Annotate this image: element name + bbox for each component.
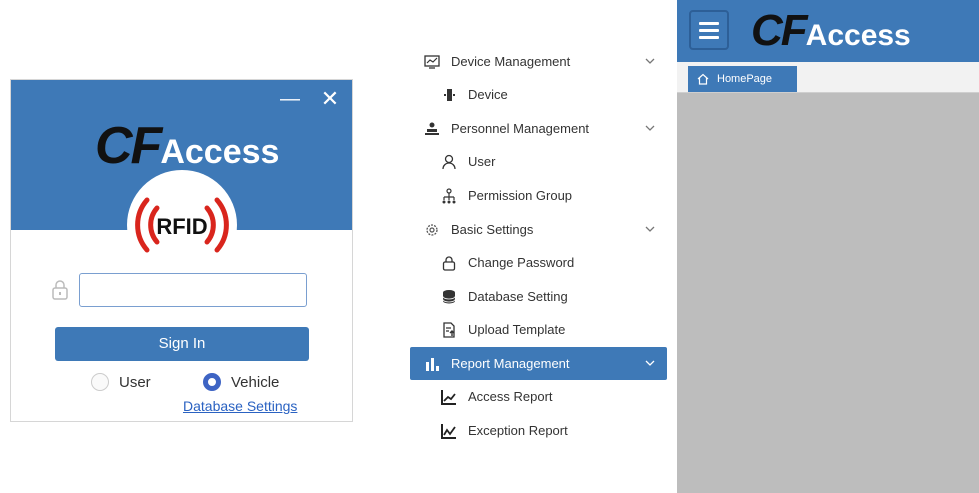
lock-icon [51, 280, 69, 305]
home-icon [697, 73, 709, 85]
menu-permission-group[interactable]: Permission Group [410, 179, 667, 212]
permission-group-icon [440, 187, 458, 205]
menu-exception-report[interactable]: Exception Report [410, 414, 667, 447]
chevron-down-icon [645, 58, 655, 64]
password-input[interactable] [79, 273, 307, 307]
sign-in-button[interactable]: Sign In [55, 327, 309, 361]
menu-database-setting[interactable]: Database Setting [410, 280, 667, 313]
radio-vehicle-circle[interactable] [203, 373, 221, 391]
radio-user[interactable]: User [91, 373, 151, 391]
cf-access-logo: CFAccess [95, 116, 279, 176]
menu-basic-settings-label: Basic Settings [451, 222, 534, 237]
personnel-icon [423, 120, 441, 138]
menu-upload-template-label: Upload Template [468, 322, 566, 337]
menu-personnel-management[interactable]: Personnel Management [410, 112, 667, 145]
hamburger-menu-button[interactable] [689, 10, 729, 50]
cf-access-logo: CFAccess [751, 6, 911, 56]
rfid-text: RFID [156, 214, 207, 239]
line-chart-icon [440, 388, 458, 406]
menu-upload-template[interactable]: Upload Template [410, 313, 667, 346]
menu-change-password-label: Change Password [468, 255, 575, 270]
menu-change-password[interactable]: Change Password [410, 246, 667, 279]
gear-icon [423, 221, 441, 239]
radio-user-label: User [119, 373, 151, 391]
lock-icon [440, 254, 458, 272]
menu-access-report-label: Access Report [468, 389, 553, 404]
database-icon [440, 288, 458, 306]
close-button[interactable]: ✕ [317, 88, 343, 110]
menu-access-report[interactable]: Access Report [410, 380, 667, 413]
menu-personnel-management-label: Personnel Management [451, 121, 590, 136]
tab-bar: HomePage [677, 62, 979, 93]
upload-template-icon [440, 321, 458, 339]
menu-device-management[interactable]: Device Management [410, 45, 667, 78]
line-chart-icon [440, 422, 458, 440]
app-window: CFAccess HomePage [677, 0, 979, 493]
tab-homepage-label: HomePage [717, 73, 773, 85]
menu-report-management[interactable]: Report Management [410, 347, 667, 380]
menu-database-setting-label: Database Setting [468, 289, 568, 304]
menu-basic-settings[interactable]: Basic Settings [410, 213, 667, 246]
menu-device[interactable]: Device [410, 78, 667, 111]
login-window: — ✕ CFAccess RFID Sign In User Vehicle D… [10, 79, 353, 422]
rfid-logo: RFID [127, 170, 237, 280]
monitor-icon [423, 53, 441, 71]
radio-user-circle[interactable] [91, 373, 109, 391]
chevron-down-icon [645, 226, 655, 232]
chevron-down-icon [645, 360, 655, 366]
database-settings-link[interactable]: Database Settings [183, 398, 297, 414]
menu-user[interactable]: User [410, 145, 667, 178]
app-logo-access-text: Access [805, 19, 911, 52]
menu-permission-group-label: Permission Group [468, 188, 573, 203]
radio-vehicle-label: Vehicle [231, 373, 280, 391]
menu-exception-report-label: Exception Report [468, 423, 568, 438]
minimize-button[interactable]: — [277, 88, 303, 110]
bar-chart-icon [423, 355, 441, 373]
app-logo-cf-text: CF [751, 6, 808, 55]
menu-user-label: User [468, 154, 496, 169]
logo-cf-text: CF [95, 117, 162, 175]
tab-homepage[interactable]: HomePage [688, 66, 797, 92]
radio-vehicle[interactable]: Vehicle [203, 373, 279, 391]
user-icon [440, 153, 458, 171]
device-icon [440, 86, 458, 104]
logo-access-text: Access [160, 133, 280, 171]
menu-device-management-label: Device Management [451, 54, 571, 69]
menu-report-management-label: Report Management [451, 356, 570, 371]
app-header: CFAccess [677, 0, 979, 62]
menu-device-label: Device [468, 87, 508, 102]
content-area [677, 93, 979, 493]
chevron-down-icon [645, 125, 655, 131]
